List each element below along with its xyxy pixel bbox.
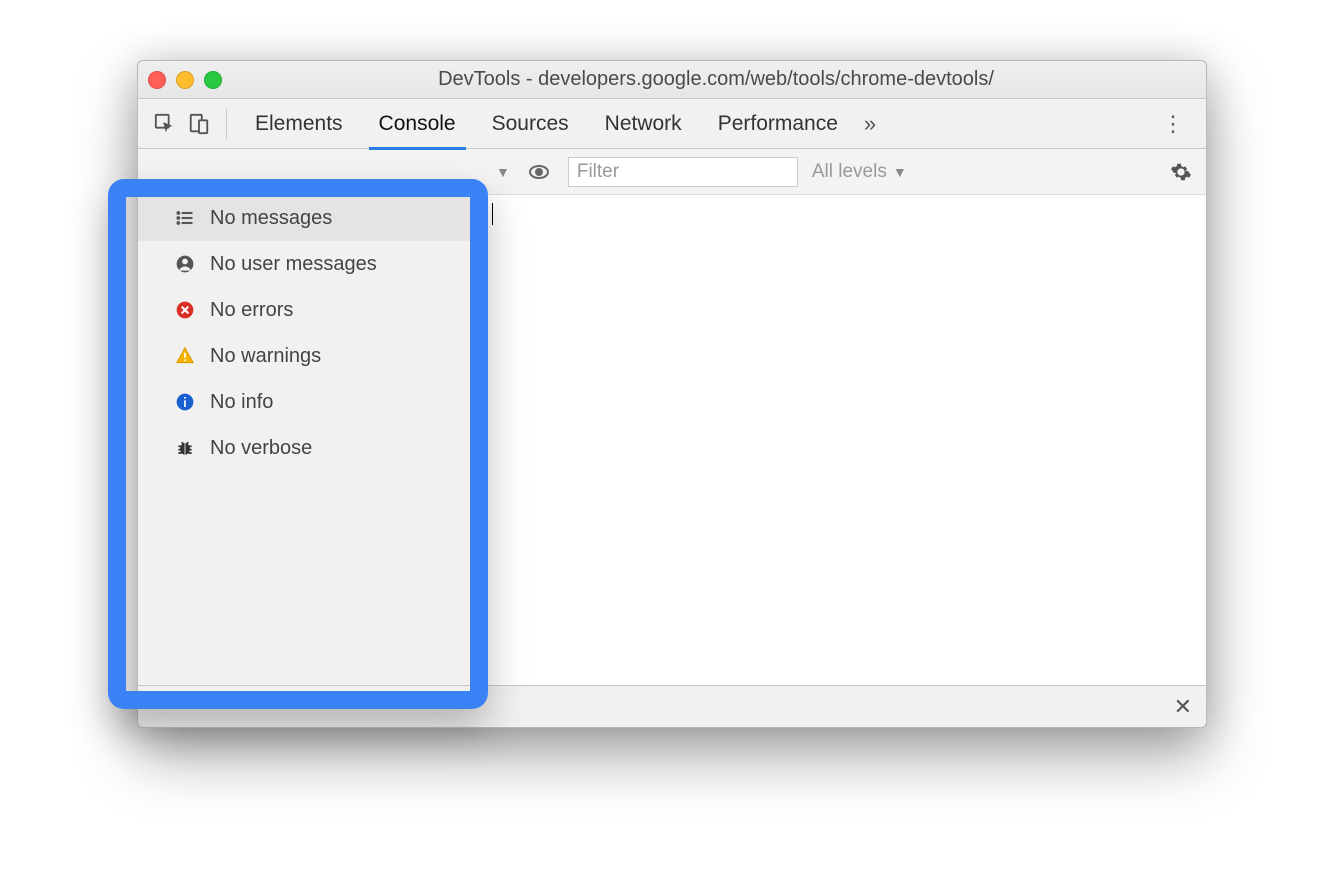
traffic-lights — [148, 71, 222, 89]
sidebar-item-errors[interactable]: No errors — [138, 287, 479, 333]
minimize-window-button[interactable] — [176, 71, 194, 89]
drawer-bar: ✕ — [138, 685, 1206, 727]
tab-console[interactable]: Console — [363, 99, 472, 149]
list-icon — [174, 207, 196, 229]
sidebar-item-info[interactable]: No info — [138, 379, 479, 425]
context-dropdown[interactable]: ▼ — [496, 164, 510, 180]
sidebar-item-label: No verbose — [210, 437, 312, 460]
filter-input[interactable] — [568, 157, 798, 187]
tab-performance[interactable]: Performance — [702, 99, 854, 149]
maximize-window-button[interactable] — [204, 71, 222, 89]
sidebar-item-label: No user messages — [210, 253, 377, 276]
device-toolbar-icon[interactable] — [184, 109, 214, 139]
error-icon — [174, 299, 196, 321]
console-sidebar: No messages No user messages — [138, 195, 480, 685]
devtools-window: DevTools - developers.google.com/web/too… — [137, 60, 1207, 728]
info-icon — [174, 391, 196, 413]
tab-sources[interactable]: Sources — [476, 99, 585, 149]
console-toolbar: ▼ All levels ▼ — [138, 149, 1206, 195]
sidebar-item-user-messages[interactable]: No user messages — [138, 241, 479, 287]
sidebar-item-warnings[interactable]: No warnings — [138, 333, 479, 379]
sidebar-item-label: No info — [210, 391, 273, 414]
devtools-menu-button[interactable]: ⋮ — [1152, 111, 1194, 137]
log-levels-dropdown[interactable]: All levels ▼ — [812, 161, 907, 183]
user-icon — [174, 253, 196, 275]
bug-icon — [174, 437, 196, 459]
live-expression-icon[interactable] — [524, 157, 554, 187]
window-title: DevTools - developers.google.com/web/too… — [236, 68, 1196, 91]
sidebar-item-label: No messages — [210, 207, 332, 230]
chevron-down-icon: ▼ — [893, 164, 907, 180]
sidebar-item-label: No errors — [210, 299, 293, 322]
inspect-element-icon[interactable] — [150, 109, 180, 139]
tab-network[interactable]: Network — [589, 99, 698, 149]
tab-elements[interactable]: Elements — [239, 99, 359, 149]
console-prompt-cursor — [492, 203, 493, 225]
close-drawer-button[interactable]: ✕ — [1174, 694, 1192, 720]
console-settings-icon[interactable] — [1166, 157, 1196, 187]
titlebar: DevTools - developers.google.com/web/too… — [138, 61, 1206, 99]
sidebar-item-label: No warnings — [210, 345, 321, 368]
sidebar-item-verbose[interactable]: No verbose — [138, 425, 479, 471]
console-body: No messages No user messages — [138, 195, 1206, 685]
divider — [226, 109, 227, 139]
main-tabbar: Elements Console Sources Network Perform… — [138, 99, 1206, 149]
more-tabs-button[interactable]: » — [858, 111, 882, 137]
warning-icon — [174, 345, 196, 367]
sidebar-item-messages[interactable]: No messages — [138, 195, 479, 241]
close-window-button[interactable] — [148, 71, 166, 89]
console-output[interactable] — [480, 195, 1206, 685]
